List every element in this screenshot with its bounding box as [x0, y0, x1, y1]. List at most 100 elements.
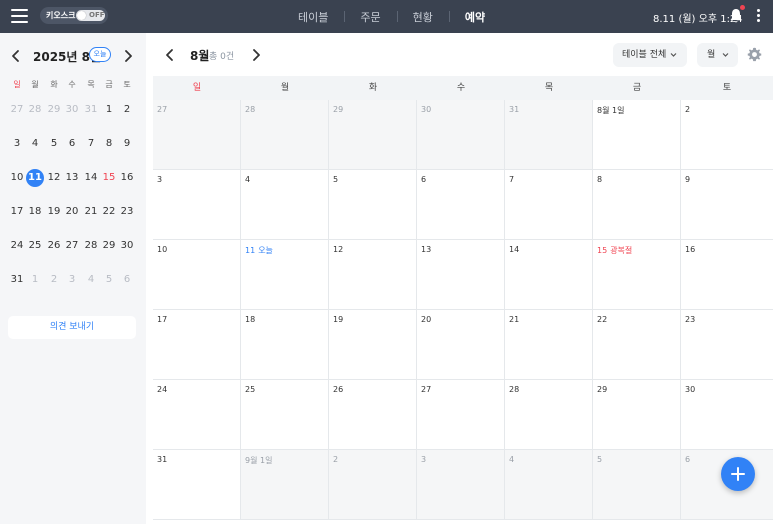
- today-button[interactable]: 오늘: [89, 47, 111, 62]
- mini-calendar-day[interactable]: 3: [63, 271, 81, 289]
- nav-status[interactable]: 현황: [396, 9, 449, 25]
- mini-calendar-day[interactable]: 13: [63, 169, 81, 187]
- day-cell[interactable]: 30: [681, 380, 773, 450]
- day-cell[interactable]: 21: [505, 310, 593, 380]
- gear-icon[interactable]: [747, 47, 762, 62]
- mini-calendar-day[interactable]: 6: [118, 271, 136, 289]
- mini-calendar-day[interactable]: 29: [100, 237, 118, 255]
- mini-calendar-day[interactable]: 8: [100, 135, 118, 153]
- mini-calendar-day[interactable]: 14: [82, 169, 100, 187]
- day-cell[interactable]: 25: [241, 380, 329, 450]
- day-cell[interactable]: 27: [417, 380, 505, 450]
- mini-calendar-day[interactable]: 19: [45, 203, 63, 221]
- nav-orders[interactable]: 주문: [344, 9, 396, 25]
- mini-calendar-day[interactable]: 10: [8, 169, 26, 187]
- mini-calendar-day[interactable]: 22: [100, 203, 118, 221]
- chevron-left-icon[interactable]: [164, 48, 176, 62]
- feedback-button[interactable]: 의견 보내기: [8, 316, 136, 339]
- more-vertical-icon[interactable]: [755, 9, 761, 23]
- day-cell[interactable]: 17: [153, 310, 241, 380]
- mini-calendar-day[interactable]: 28: [26, 101, 44, 119]
- nav-reservations[interactable]: 예약: [448, 9, 501, 25]
- mini-calendar-day[interactable]: 17: [8, 203, 26, 221]
- mini-calendar-day[interactable]: 2: [45, 271, 63, 289]
- day-cell[interactable]: 7: [505, 170, 593, 240]
- day-cell[interactable]: 26: [329, 380, 417, 450]
- day-cell[interactable]: 30: [417, 100, 505, 170]
- day-cell[interactable]: 3: [417, 450, 505, 520]
- day-cell[interactable]: 14: [505, 240, 593, 310]
- day-cell[interactable]: 31: [505, 100, 593, 170]
- mini-calendar-day[interactable]: 21: [82, 203, 100, 221]
- mini-calendar-day[interactable]: 26: [45, 237, 63, 255]
- day-cell[interactable]: 22: [593, 310, 681, 380]
- mini-calendar-day[interactable]: 1: [26, 271, 44, 289]
- mini-calendar-day[interactable]: 5: [45, 135, 63, 153]
- day-cell[interactable]: 31: [153, 450, 241, 520]
- day-cell[interactable]: 5: [329, 170, 417, 240]
- mini-calendar-day[interactable]: 29: [45, 101, 63, 119]
- table-filter-select[interactable]: 테이블 전체: [613, 43, 687, 67]
- day-cell[interactable]: 27: [153, 100, 241, 170]
- day-cell[interactable]: 10: [153, 240, 241, 310]
- bell-icon[interactable]: [729, 8, 743, 24]
- day-cell[interactable]: 12: [329, 240, 417, 310]
- day-cell[interactable]: 5: [593, 450, 681, 520]
- day-cell[interactable]: 2: [681, 100, 773, 170]
- mini-calendar-day[interactable]: 24: [8, 237, 26, 255]
- mini-calendar-day[interactable]: 31: [82, 101, 100, 119]
- day-cell[interactable]: 9: [681, 170, 773, 240]
- day-cell[interactable]: 4: [241, 170, 329, 240]
- mini-calendar-day[interactable]: 3: [8, 135, 26, 153]
- day-cell[interactable]: 23: [681, 310, 773, 380]
- day-cell[interactable]: 16: [681, 240, 773, 310]
- day-cell[interactable]: 29: [593, 380, 681, 450]
- nav-tables[interactable]: 테이블: [282, 9, 344, 25]
- mini-calendar-day[interactable]: 16: [118, 169, 136, 187]
- day-cell[interactable]: 8: [593, 170, 681, 240]
- chevron-left-icon[interactable]: [10, 49, 22, 63]
- mini-calendar-day[interactable]: 15: [100, 169, 118, 187]
- mini-calendar-day[interactable]: 2: [118, 101, 136, 119]
- kiosk-toggle[interactable]: OFF: [76, 10, 105, 21]
- mini-calendar-day[interactable]: 20: [63, 203, 81, 221]
- mini-calendar-day[interactable]: 4: [26, 135, 44, 153]
- mini-calendar-day[interactable]: 30: [63, 101, 81, 119]
- mini-calendar-day[interactable]: 25: [26, 237, 44, 255]
- chevron-right-icon[interactable]: [122, 49, 134, 63]
- day-cell[interactable]: 28: [241, 100, 329, 170]
- mini-calendar-day[interactable]: 18: [26, 203, 44, 221]
- day-cell[interactable]: 20: [417, 310, 505, 380]
- add-reservation-button[interactable]: [721, 457, 755, 491]
- mini-calendar-day[interactable]: 27: [8, 101, 26, 119]
- menu-icon[interactable]: [11, 9, 28, 23]
- chevron-right-icon[interactable]: [250, 48, 262, 62]
- day-cell[interactable]: 24: [153, 380, 241, 450]
- day-cell[interactable]: 11 오늘: [241, 240, 329, 310]
- mini-calendar-day[interactable]: 9: [118, 135, 136, 153]
- day-cell[interactable]: 3: [153, 170, 241, 240]
- mini-calendar-day[interactable]: 23: [118, 203, 136, 221]
- mini-calendar-day[interactable]: 1: [100, 101, 118, 119]
- mini-calendar-day[interactable]: 6: [63, 135, 81, 153]
- mini-calendar-day[interactable]: 5: [100, 271, 118, 289]
- day-cell[interactable]: 18: [241, 310, 329, 380]
- mini-calendar-day[interactable]: 12: [45, 169, 63, 187]
- day-cell[interactable]: 8월 1일: [593, 100, 681, 170]
- mini-calendar-day[interactable]: 28: [82, 237, 100, 255]
- day-cell[interactable]: 19: [329, 310, 417, 380]
- day-cell[interactable]: 4: [505, 450, 593, 520]
- mini-calendar-day[interactable]: 4: [82, 271, 100, 289]
- mini-calendar-day[interactable]: 27: [63, 237, 81, 255]
- view-mode-select[interactable]: 월: [697, 43, 738, 67]
- mini-calendar-day[interactable]: 7: [82, 135, 100, 153]
- mini-calendar-day[interactable]: 11: [26, 169, 44, 187]
- day-cell[interactable]: 2: [329, 450, 417, 520]
- day-cell[interactable]: 13: [417, 240, 505, 310]
- day-cell[interactable]: 28: [505, 380, 593, 450]
- mini-calendar-day[interactable]: 30: [118, 237, 136, 255]
- day-cell[interactable]: 29: [329, 100, 417, 170]
- mini-calendar-day[interactable]: 31: [8, 271, 26, 289]
- day-cell[interactable]: 6: [417, 170, 505, 240]
- day-cell[interactable]: 15 광복절: [593, 240, 681, 310]
